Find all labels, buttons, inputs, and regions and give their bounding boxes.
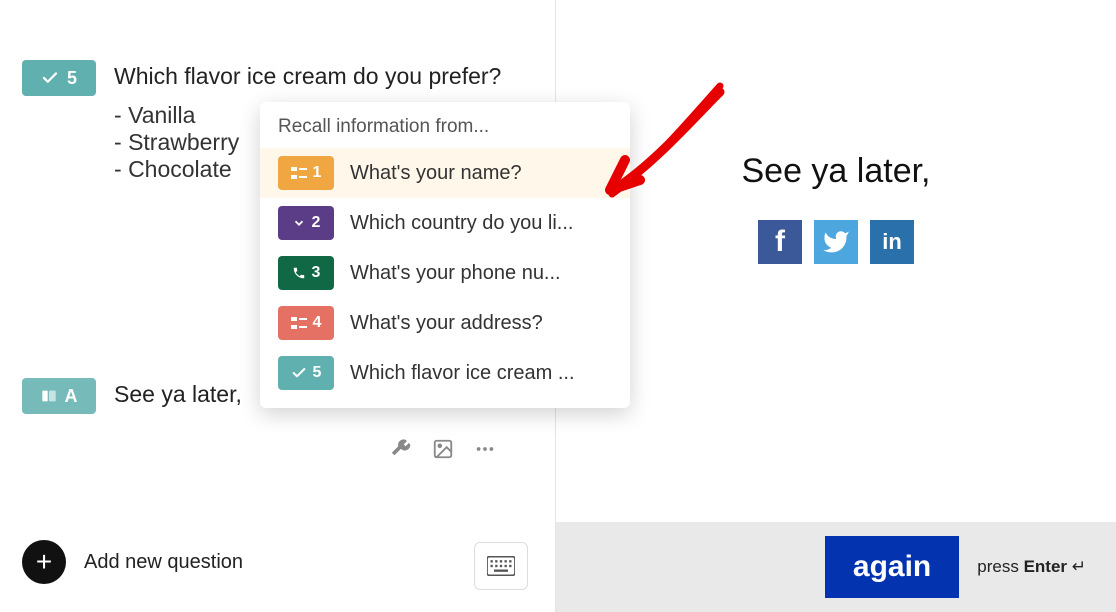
more-icon[interactable]: [474, 438, 496, 460]
linkedin-icon[interactable]: in: [870, 220, 914, 264]
form-icon: [291, 167, 307, 179]
again-button[interactable]: again: [825, 536, 959, 598]
add-question-label: Add new question: [84, 551, 243, 574]
recall-item-badge: 5: [278, 356, 334, 390]
editor-pane: 5 Which flavor ice cream do you prefer? …: [0, 0, 555, 612]
recall-item-label: What's your address?: [350, 312, 543, 335]
ending-badge: A: [22, 378, 96, 414]
question-text: Which flavor ice cream do you prefer?: [114, 60, 501, 92]
ending-letter: A: [65, 386, 78, 407]
block-toolbar: [390, 438, 496, 460]
chevron-down-icon: [292, 216, 306, 230]
plus-icon[interactable]: +: [22, 540, 66, 584]
preview-pane: See ya later, f in again press Enter ↵: [555, 0, 1116, 612]
check-icon: [41, 69, 59, 87]
recall-popup-title: Recall information from...: [260, 116, 630, 148]
recall-list: 1 What's your name? 2 Which country do you …: [260, 148, 630, 398]
recall-item-badge: 1: [278, 156, 334, 190]
recall-item-number: 4: [313, 314, 322, 332]
twitter-icon[interactable]: [814, 220, 858, 264]
press-enter-hint: press Enter ↵: [977, 557, 1086, 577]
recall-item[interactable]: 3 What's your phone nu...: [260, 248, 630, 298]
recall-item-number: 3: [312, 264, 321, 282]
recall-item-badge: 4: [278, 306, 334, 340]
recall-popup: Recall information from... 1 What's your …: [260, 102, 630, 408]
recall-item-badge: 3: [278, 256, 334, 290]
layout-icon: [41, 388, 57, 404]
image-icon[interactable]: [432, 438, 454, 460]
form-icon: [291, 317, 307, 329]
recall-item-label: Which country do you li...: [350, 212, 573, 235]
recall-item-badge: 2: [278, 206, 334, 240]
recall-item-number: 5: [313, 364, 322, 382]
recall-item-label: What's your phone nu...: [350, 262, 561, 285]
social-row: f in: [556, 220, 1116, 264]
facebook-icon[interactable]: f: [758, 220, 802, 264]
keyboard-button[interactable]: [474, 542, 528, 590]
phone-icon: [292, 266, 306, 280]
recall-item[interactable]: 5 Which flavor ice cream ...: [260, 348, 630, 398]
wrench-icon[interactable]: [390, 438, 412, 460]
question-badge: 5: [22, 60, 96, 96]
recall-item-label: What's your name?: [350, 162, 522, 185]
add-question-row[interactable]: + Add new question: [22, 540, 243, 584]
question-number: 5: [67, 68, 77, 89]
recall-item[interactable]: 2 Which country do you li...: [260, 198, 630, 248]
recall-item-number: 1: [313, 164, 322, 182]
ending-text: See ya later,: [114, 378, 242, 414]
preview-footer: again press Enter ↵: [556, 522, 1116, 612]
recall-item-label: Which flavor ice cream ...: [350, 362, 575, 385]
check-icon: [291, 365, 307, 381]
preview-headline: See ya later,: [556, 152, 1116, 191]
recall-item-number: 2: [312, 214, 321, 232]
recall-item[interactable]: 4 What's your address?: [260, 298, 630, 348]
recall-item[interactable]: 1 What's your name?: [260, 148, 630, 198]
